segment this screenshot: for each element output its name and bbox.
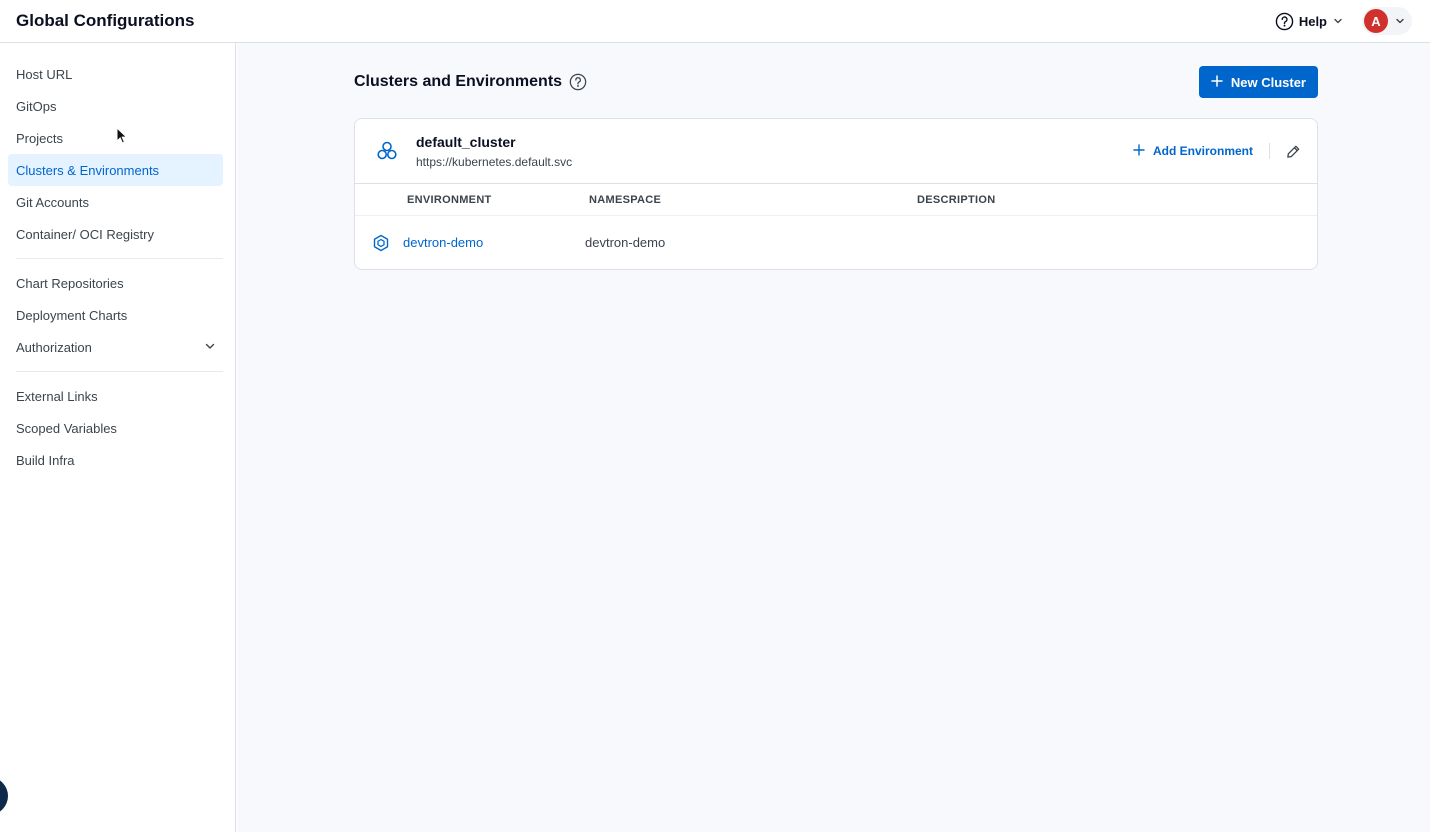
column-header-description: DESCRIPTION xyxy=(917,194,996,206)
environment-icon xyxy=(372,234,390,252)
pencil-icon[interactable] xyxy=(1286,144,1301,159)
sidebar-divider xyxy=(16,258,223,259)
sidebar-item-host-url[interactable]: Host URL xyxy=(8,58,223,90)
chevron-down-icon xyxy=(1332,15,1344,27)
page-header-title: Global Configurations xyxy=(16,11,195,30)
sidebar-item-label: Clusters & Environments xyxy=(16,162,160,178)
environment-table-header: ENVIRONMENT NAMESPACE DESCRIPTION xyxy=(355,184,1317,216)
sidebar-item-clusters-environments[interactable]: Clusters & Environments xyxy=(8,154,223,186)
sidebar-item-label: Git Accounts xyxy=(16,194,89,210)
cluster-info: default_cluster https://kubernetes.defau… xyxy=(416,134,572,169)
help-menu[interactable]: Help xyxy=(1275,12,1344,31)
sidebar-item-label: GitOps xyxy=(16,98,57,114)
sidebar: Host URL GitOps Projects Clusters & Envi… xyxy=(0,43,236,832)
sidebar-item-chart-repositories[interactable]: Chart Repositories xyxy=(8,267,223,299)
sidebar-item-label: Scoped Variables xyxy=(16,420,117,436)
environment-name-link[interactable]: devtron-demo xyxy=(403,235,483,250)
user-menu[interactable]: A xyxy=(1362,7,1412,35)
plus-icon xyxy=(1211,74,1223,90)
column-header-namespace: NAMESPACE xyxy=(589,194,662,206)
top-bar: Global Configurations Help A xyxy=(0,0,1430,43)
table-row[interactable]: devtron-demo devtron-demo xyxy=(355,216,1317,269)
sidebar-item-label: Host URL xyxy=(16,66,73,82)
sidebar-item-label: Chart Repositories xyxy=(16,275,124,291)
cluster-icon xyxy=(375,139,399,163)
divider xyxy=(1269,143,1270,159)
new-cluster-label: New Cluster xyxy=(1230,74,1306,90)
sidebar-item-label: External Links xyxy=(16,388,98,404)
sidebar-item-label: Deployment Charts xyxy=(16,307,128,323)
header-actions: Help A xyxy=(1275,7,1414,35)
sidebar-item-authorization[interactable]: Authorization xyxy=(8,331,223,363)
main-content: Clusters and Environments New Cluster de… xyxy=(237,43,1430,832)
cluster-card: default_cluster https://kubernetes.defau… xyxy=(354,118,1318,270)
sidebar-item-gitops[interactable]: GitOps xyxy=(8,90,223,122)
environment-namespace: devtron-demo xyxy=(585,235,666,250)
mouse-cursor-icon xyxy=(116,126,128,149)
column-header-environment: ENVIRONMENT xyxy=(407,194,492,206)
section-header: Clusters and Environments New Cluster xyxy=(354,66,1318,98)
cluster-url: https://kubernetes.default.svc xyxy=(416,154,573,169)
sidebar-item-label: Authorization xyxy=(16,339,92,355)
sidebar-item-deployment-charts[interactable]: Deployment Charts xyxy=(8,299,223,331)
sidebar-item-label: Build Infra xyxy=(16,452,75,468)
question-circle-icon[interactable] xyxy=(569,73,587,91)
new-cluster-button[interactable]: New Cluster xyxy=(1198,66,1318,98)
cluster-name: default_cluster xyxy=(416,133,516,150)
sidebar-item-build-infra[interactable]: Build Infra xyxy=(8,444,223,476)
page-title: Clusters and Environments xyxy=(354,73,563,90)
avatar: A xyxy=(1364,9,1388,33)
sidebar-item-external-links[interactable]: External Links xyxy=(8,380,223,412)
plus-icon xyxy=(1133,143,1145,159)
sidebar-item-container-registry[interactable]: Container/ OCI Registry xyxy=(8,218,223,250)
add-environment-label: Add Environment xyxy=(1152,144,1253,158)
sidebar-item-scoped-variables[interactable]: Scoped Variables xyxy=(8,412,223,444)
help-circle-icon xyxy=(1275,12,1294,31)
chevron-down-icon xyxy=(1394,15,1406,27)
cluster-card-header: default_cluster https://kubernetes.defau… xyxy=(355,119,1317,184)
sidebar-item-git-accounts[interactable]: Git Accounts xyxy=(8,186,223,218)
sidebar-divider xyxy=(16,371,223,372)
add-environment-button[interactable]: Add Environment xyxy=(1133,143,1253,159)
sidebar-item-label: Projects xyxy=(16,130,63,146)
chevron-down-icon xyxy=(203,339,217,356)
sidebar-item-label: Container/ OCI Registry xyxy=(16,226,154,242)
help-label: Help xyxy=(1298,13,1327,29)
